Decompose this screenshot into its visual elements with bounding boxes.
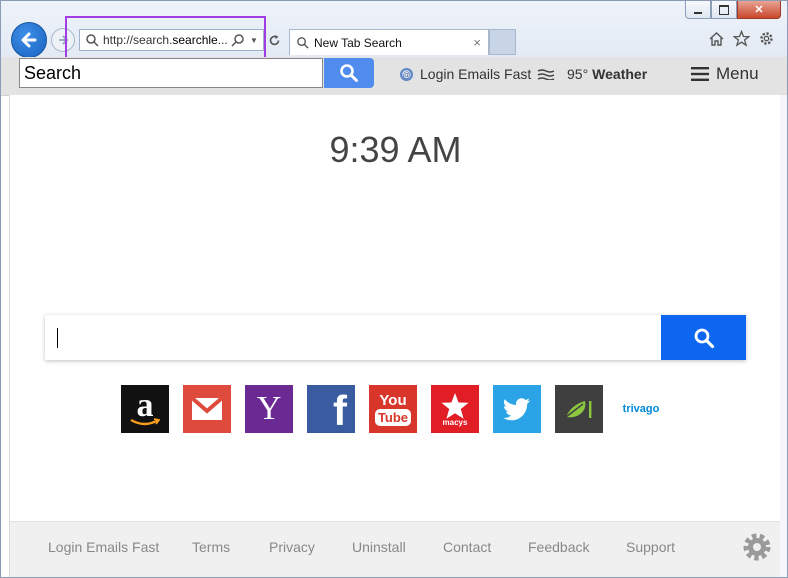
back-button[interactable] <box>11 22 47 58</box>
browser-chrome: ✕ http://search.searchle... ▼ New Tab Se… <box>1 1 787 58</box>
tile-tripadvisor[interactable] <box>555 385 603 433</box>
weather-wind-icon <box>537 69 555 80</box>
twitter-bird-icon <box>503 398 530 421</box>
main-search-box <box>45 315 746 360</box>
address-url-suffix: ... <box>217 33 228 47</box>
tile-gmail[interactable] <box>183 385 231 433</box>
toolbar-search-button[interactable] <box>324 58 374 88</box>
new-tab-button[interactable] <box>489 29 516 55</box>
footer-link-privacy[interactable]: Privacy <box>269 539 315 555</box>
footer: Login Emails Fast Terms Privacy Uninstal… <box>10 521 781 577</box>
youtube-label-bottom: Tube <box>374 408 412 426</box>
browser-toolbar-icons <box>708 30 775 47</box>
toolbar-login-label: Login Emails Fast <box>420 66 532 82</box>
refresh-icon <box>269 34 279 45</box>
close-icon: ✕ <box>754 4 764 16</box>
address-search-icon[interactable] <box>231 33 245 47</box>
tab-close-icon[interactable]: × <box>473 35 481 50</box>
tripadvisor-leaf-icon <box>565 401 592 418</box>
address-url-prefix: http://search. <box>103 33 173 47</box>
footer-link-terms[interactable]: Terms <box>192 539 230 555</box>
tile-yahoo[interactable]: Y <box>245 385 293 433</box>
tile-macys[interactable]: macys <box>431 385 479 433</box>
tile-amazon[interactable]: a <box>121 385 169 433</box>
text-cursor <box>57 328 58 348</box>
dropdown-arrow-icon[interactable]: ▼ <box>250 36 258 45</box>
minimize-icon <box>694 11 702 14</box>
clock-time: 9:39 AM <box>329 129 462 170</box>
tile-twitter[interactable] <box>493 385 541 433</box>
forward-arrow-icon <box>59 35 69 45</box>
gmail-envelope-icon <box>191 397 223 420</box>
right-scrollbar-track[interactable] <box>780 95 787 577</box>
address-bar[interactable]: http://search.searchle... ▼ <box>79 29 264 51</box>
footer-gear-icon[interactable] <box>740 530 774 564</box>
back-arrow-icon <box>21 32 37 48</box>
home-icon[interactable] <box>708 30 725 47</box>
refresh-button[interactable] <box>265 29 283 51</box>
main-search-button[interactable] <box>661 315 746 360</box>
hamburger-icon <box>691 67 709 81</box>
address-url-domain: searchle <box>172 33 218 47</box>
weather-temperature: 95° <box>567 66 589 82</box>
tab-new-tab-search[interactable]: New Tab Search × <box>289 29 489 55</box>
toolbar-login-emails-link[interactable]: @ Login Emails Fast <box>399 66 531 82</box>
footer-link-uninstall[interactable]: Uninstall <box>352 539 406 555</box>
email-globe-icon: @ <box>400 67 413 81</box>
toolbar-menu-button[interactable]: Menu <box>691 64 759 84</box>
weather-label: Weather <box>592 66 648 82</box>
footer-link-contact[interactable]: Contact <box>443 539 491 555</box>
favorites-star-icon[interactable] <box>733 30 750 47</box>
quick-links: a Y f You Tube macys trivago <box>121 385 665 433</box>
minimize-button[interactable] <box>685 1 711 19</box>
tab-search-icon <box>297 37 309 49</box>
youtube-label-top: You <box>379 391 407 409</box>
search-icon <box>340 64 358 82</box>
search-icon <box>86 34 99 47</box>
footer-link-login-emails[interactable]: Login Emails Fast <box>48 539 159 555</box>
tab-title: New Tab Search <box>314 35 402 50</box>
window-caption-buttons: ✕ <box>685 1 781 21</box>
tile-youtube[interactable]: You Tube <box>369 385 417 433</box>
page-content: 9:39 AM a Y f You Tube macys trivago Log… <box>9 95 782 577</box>
amazon-smile-icon <box>130 418 160 426</box>
footer-link-feedback[interactable]: Feedback <box>528 539 589 555</box>
main-search-input[interactable] <box>45 315 661 360</box>
search-icon <box>694 328 714 348</box>
trivago-logo: trivago <box>622 403 660 415</box>
forward-button[interactable] <box>51 28 75 52</box>
tile-facebook[interactable]: f <box>307 385 355 433</box>
toolbar-weather-widget[interactable]: 95° Weather <box>537 66 647 82</box>
address-url[interactable]: http://search.searchle... <box>103 33 229 47</box>
footer-link-support[interactable]: Support <box>626 539 675 555</box>
menu-label: Menu <box>716 64 759 83</box>
settings-gear-icon[interactable] <box>758 30 775 47</box>
macys-label: macys <box>442 417 468 427</box>
svg-text:@: @ <box>402 70 410 79</box>
search-toolbar: Search @ Login Emails Fast 95° Weather M… <box>1 57 787 96</box>
macys-star-icon <box>441 392 469 419</box>
tile-trivago[interactable]: trivago <box>617 385 665 433</box>
close-window-button[interactable]: ✕ <box>737 1 781 19</box>
restore-icon <box>719 4 729 15</box>
browser-window: ✕ http://search.searchle... ▼ New Tab Se… <box>0 0 788 578</box>
toolbar-search-input[interactable]: Search <box>19 58 323 88</box>
restore-button[interactable] <box>711 1 737 19</box>
